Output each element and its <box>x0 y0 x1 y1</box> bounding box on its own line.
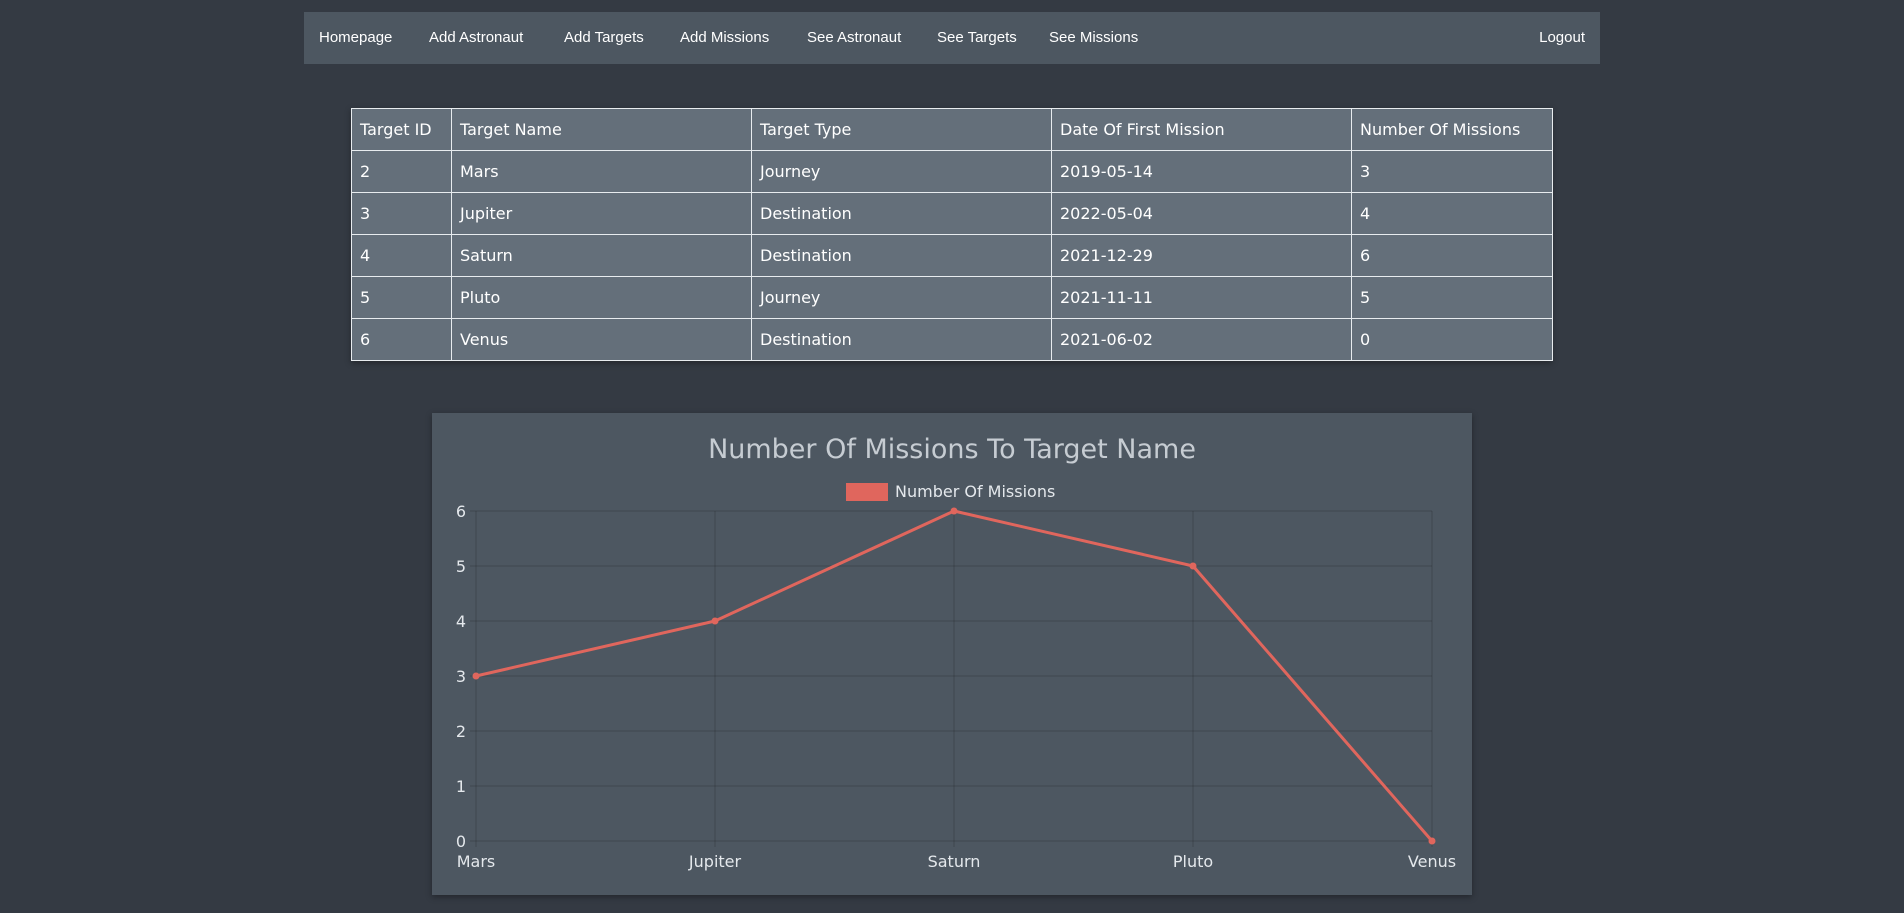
y-tick-label: 4 <box>456 612 466 631</box>
cell-target-name: Pluto <box>451 276 752 319</box>
header-number-of-missions: Number Of Missions <box>1351 108 1553 151</box>
nav-homepage-link[interactable]: Homepage <box>319 29 392 46</box>
table-row: 2 Mars Journey 2019-05-14 3 <box>351 150 1553 193</box>
cell-date-first-mission: 2021-11-11 <box>1051 276 1352 319</box>
legend-label: Number Of Missions <box>895 482 1055 501</box>
x-tick-label: Venus <box>1408 852 1456 871</box>
cell-target-id: 4 <box>351 234 452 277</box>
y-tick-label: 6 <box>456 502 466 521</box>
table-row: 6 Venus Destination 2021-06-02 0 <box>351 318 1553 361</box>
cell-number-of-missions: 0 <box>1351 318 1553 361</box>
table-row: 5 Pluto Journey 2021-11-11 5 <box>351 276 1553 319</box>
cell-target-type: Destination <box>751 234 1052 277</box>
cell-date-first-mission: 2022-05-04 <box>1051 192 1352 235</box>
nav-add-astronaut-link[interactable]: Add Astronaut <box>429 29 523 46</box>
cell-target-type: Journey <box>751 150 1052 193</box>
chart-title: Number Of Missions To Target Name <box>708 434 1196 465</box>
y-tick-label: 2 <box>456 722 466 741</box>
header-target-type: Target Type <box>751 108 1052 151</box>
header-date-first-mission: Date Of First Mission <box>1051 108 1352 151</box>
cell-date-first-mission: 2021-12-29 <box>1051 234 1352 277</box>
legend-swatch <box>846 483 888 501</box>
missions-chart-panel: Number Of Missions To Target Name Number… <box>432 413 1472 895</box>
cell-target-name: Saturn <box>451 234 752 277</box>
data-point <box>1189 562 1197 570</box>
cell-number-of-missions: 5 <box>1351 276 1553 319</box>
nav-add-missions-link[interactable]: Add Missions <box>680 29 769 46</box>
y-tick-label: 3 <box>456 667 466 686</box>
cell-target-name: Venus <box>451 318 752 361</box>
table-row: 3 Jupiter Destination 2022-05-04 4 <box>351 192 1553 235</box>
cell-date-first-mission: 2019-05-14 <box>1051 150 1352 193</box>
data-point <box>1428 837 1436 845</box>
cell-target-id: 6 <box>351 318 452 361</box>
cell-target-type: Destination <box>751 318 1052 361</box>
nav-see-astronaut-link[interactable]: See Astronaut <box>807 29 901 46</box>
header-target-id: Target ID <box>351 108 452 151</box>
cell-target-id: 5 <box>351 276 452 319</box>
x-tick-label: Jupiter <box>688 852 742 871</box>
nav-add-targets-link[interactable]: Add Targets <box>564 29 644 46</box>
data-point <box>950 507 958 515</box>
logout-link[interactable]: Logout <box>1539 29 1585 46</box>
table-row: 4 Saturn Destination 2021-12-29 6 <box>351 234 1553 277</box>
cell-target-id: 3 <box>351 192 452 235</box>
chart-axis-ticks: 0 1 2 3 4 5 6 Mars Jupiter Saturn Pluto Venus <box>456 502 1456 871</box>
cell-number-of-missions: 3 <box>1351 150 1553 193</box>
data-point <box>472 672 480 680</box>
missions-line-chart: Number Of Missions To Target Name Number… <box>456 434 1456 871</box>
x-tick-label: Pluto <box>1173 852 1213 871</box>
y-tick-label: 0 <box>456 832 466 851</box>
chart-grid <box>470 510 1433 847</box>
cell-date-first-mission: 2021-06-02 <box>1051 318 1352 361</box>
cell-target-name: Mars <box>451 150 752 193</box>
y-tick-label: 1 <box>456 777 466 796</box>
targets-table: Target ID Target Name Target Type Date O… <box>351 108 1553 361</box>
nav-see-targets-link[interactable]: See Targets <box>937 29 1017 46</box>
cell-target-id: 2 <box>351 150 452 193</box>
header-target-name: Target Name <box>451 108 752 151</box>
cell-number-of-missions: 6 <box>1351 234 1553 277</box>
data-point <box>711 617 719 625</box>
cell-target-name: Jupiter <box>451 192 752 235</box>
y-tick-label: 5 <box>456 557 466 576</box>
x-tick-label: Saturn <box>928 852 981 871</box>
chart-legend[interactable]: Number Of Missions <box>846 482 1055 501</box>
top-navbar: Homepage Add Astronaut Add Targets Add M… <box>304 12 1600 64</box>
x-tick-label: Mars <box>457 852 496 871</box>
cell-target-type: Journey <box>751 276 1052 319</box>
cell-target-type: Destination <box>751 192 1052 235</box>
table-header-row: Target ID Target Name Target Type Date O… <box>351 108 1553 151</box>
nav-see-missions-link[interactable]: See Missions <box>1049 29 1138 46</box>
cell-number-of-missions: 4 <box>1351 192 1553 235</box>
targets-table-container: Target ID Target Name Target Type Date O… <box>351 108 1553 361</box>
